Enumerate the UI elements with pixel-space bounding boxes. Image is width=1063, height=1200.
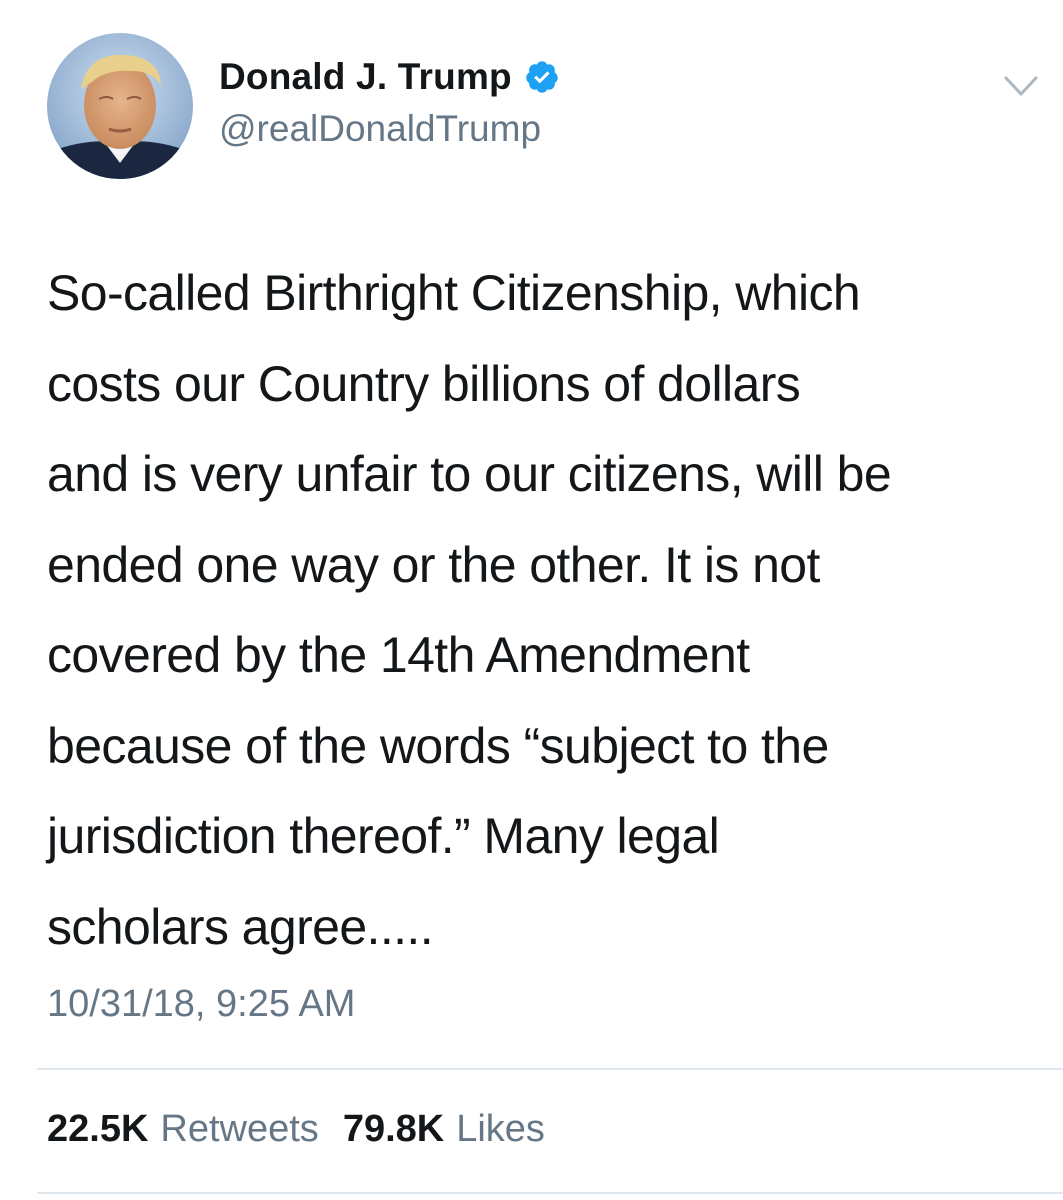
verified-badge-icon: [524, 59, 560, 95]
avatar[interactable]: [47, 33, 193, 179]
likes-label[interactable]: Likes: [456, 1108, 545, 1151]
author-name-row: Donald J. Trump: [219, 54, 560, 100]
tweet-stats: 22.5K Retweets 79.8K Likes: [47, 1108, 545, 1151]
avatar-image: [47, 33, 193, 179]
display-name[interactable]: Donald J. Trump: [219, 56, 512, 98]
retweets-count[interactable]: 22.5K: [47, 1108, 148, 1151]
chevron-down-icon[interactable]: [1003, 74, 1039, 100]
divider: [37, 1068, 1063, 1070]
retweets-label[interactable]: Retweets: [160, 1108, 318, 1151]
divider: [37, 1192, 1063, 1194]
tweet-text: So-called Birthright Citizenship, which …: [47, 265, 892, 955]
tweet-timestamp[interactable]: 10/31/18, 9:25 AM: [47, 983, 355, 1026]
author-handle[interactable]: @realDonaldTrump: [219, 108, 541, 150]
tweet-card: Donald J. Trump @realDonaldTrump So-call…: [0, 0, 1063, 1200]
likes-count[interactable]: 79.8K: [343, 1108, 444, 1151]
